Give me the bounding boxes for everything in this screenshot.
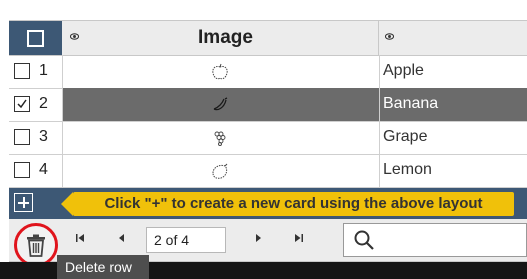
fruit-name: Apple [383, 62, 424, 79]
row-number-cell: 2 [9, 88, 63, 121]
grid-header: Image [9, 20, 527, 56]
lemon-icon [212, 163, 228, 179]
column-header-image[interactable]: Image [64, 21, 387, 55]
delete-row-button[interactable] [14, 223, 58, 267]
select-all-checkbox[interactable] [27, 30, 44, 47]
select-all-cell[interactable] [9, 21, 62, 55]
page-indicator[interactable]: 2 of 4 [146, 227, 226, 253]
row-checkbox[interactable] [14, 96, 30, 112]
first-page-button[interactable] [76, 232, 85, 246]
last-page-icon [295, 234, 303, 242]
table-row[interactable]: 3 Grape [9, 121, 527, 155]
fruit-name: Lemon [383, 161, 432, 178]
trash-icon [27, 234, 45, 257]
previous-page-button[interactable] [118, 232, 125, 246]
row-checkbox[interactable] [14, 162, 30, 178]
search-input[interactable] [343, 223, 527, 257]
table-row[interactable]: 2 Banana [9, 88, 527, 122]
next-page-icon [256, 234, 261, 242]
row-number-cell: 3 [9, 121, 63, 154]
previous-page-icon [119, 234, 124, 242]
row-number-cell: 1 [9, 55, 63, 88]
add-row-button[interactable] [14, 193, 33, 212]
banana-icon [213, 97, 228, 111]
checkmark-icon [17, 99, 27, 109]
hint-banner: Click "+" to create a new card using the… [73, 192, 514, 216]
visibility-icon[interactable] [385, 32, 394, 41]
row-number: 4 [39, 161, 48, 178]
fruit-name: Banana [383, 95, 439, 112]
search-icon [354, 230, 374, 250]
tooltip: Delete row [57, 255, 149, 279]
table-row[interactable]: 4 Lemon [9, 154, 527, 188]
table-row[interactable]: 1 Apple [9, 55, 527, 89]
grape-icon [214, 131, 226, 146]
apple-icon [212, 63, 228, 80]
callout-arrow [61, 192, 73, 216]
image-cell[interactable] [63, 121, 380, 154]
fruit-name: Grape [383, 128, 428, 145]
image-cell[interactable] [63, 55, 380, 88]
next-page-button[interactable] [255, 232, 262, 246]
last-page-button[interactable] [294, 232, 303, 246]
image-cell[interactable] [63, 154, 380, 187]
row-checkbox[interactable] [14, 63, 30, 79]
left-margin [0, 0, 9, 279]
image-cell[interactable] [63, 88, 380, 121]
column-divider [378, 21, 379, 55]
first-page-icon [76, 234, 84, 242]
row-number-cell: 4 [9, 154, 63, 187]
row-number: 1 [39, 62, 48, 79]
row-number: 3 [39, 128, 48, 145]
row-number: 2 [39, 95, 48, 112]
row-checkbox[interactable] [14, 129, 30, 145]
